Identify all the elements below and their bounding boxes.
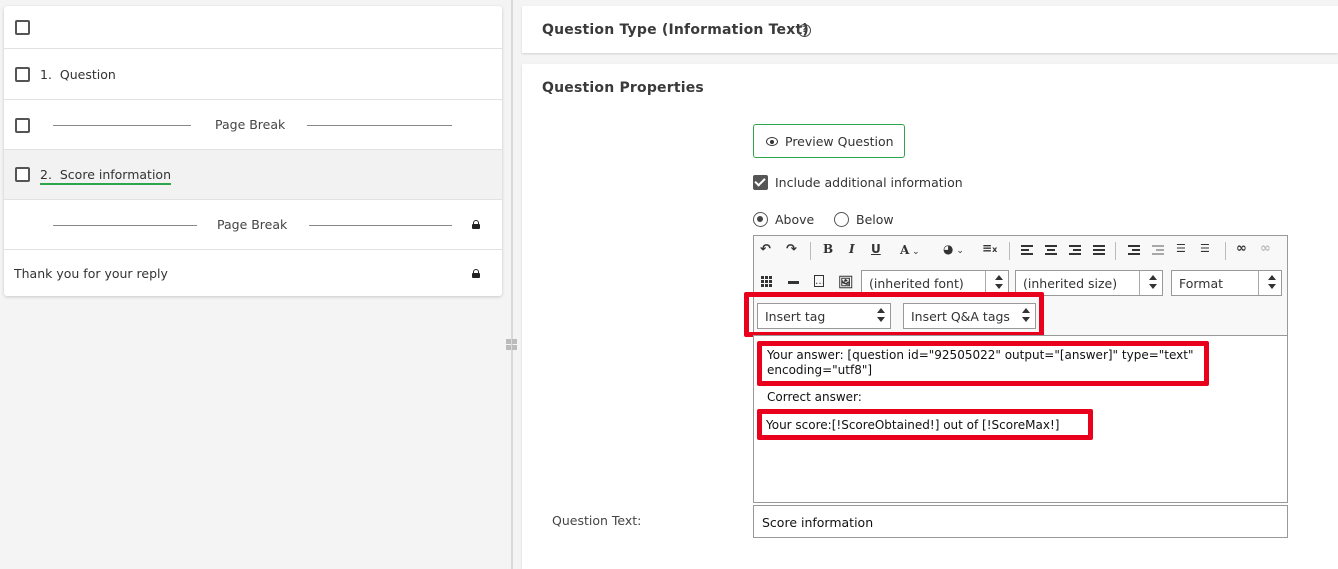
page-break-1[interactable]: Page Break — [4, 100, 502, 150]
resize-handle-icon[interactable] — [505, 338, 519, 352]
horizontal-rule-icon[interactable] — [788, 281, 799, 284]
page-break-line-left — [53, 125, 191, 126]
question-1-checkbox[interactable] — [15, 67, 30, 82]
question-text-value: Score information — [762, 515, 874, 530]
position-above-radio[interactable] — [753, 212, 768, 227]
align-right-icon[interactable] — [1069, 245, 1081, 255]
question-text-label: Question Text: — [552, 513, 642, 528]
panel-divider[interactable] — [511, 0, 513, 569]
format-select[interactable]: Format — [1171, 270, 1282, 296]
highlight-box-answer — [757, 341, 1209, 386]
page-break-line-left — [53, 225, 197, 226]
underline-icon[interactable]: U — [871, 242, 881, 256]
eye-icon — [766, 137, 778, 146]
redo-icon[interactable]: ↷ — [786, 242, 797, 257]
highlight-box-insert-tags — [744, 292, 1044, 337]
italic-icon[interactable]: I — [849, 242, 855, 256]
question-text-input[interactable]: Score information — [753, 505, 1288, 538]
page-break-2-label: Page Break — [217, 217, 288, 232]
outdent-icon[interactable] — [1152, 245, 1164, 255]
preview-question-label: Preview Question — [785, 134, 894, 149]
list-item-question-1[interactable]: 1. Question — [4, 49, 502, 100]
question-1-label[interactable]: 1. Question — [40, 67, 116, 82]
page-break-line-right — [309, 225, 452, 226]
include-additional-info-checkbox[interactable] — [753, 175, 768, 190]
list-header-row — [4, 6, 502, 49]
page-break-2[interactable]: Page Break — [4, 200, 502, 250]
preview-question-button[interactable]: Preview Question — [753, 124, 905, 158]
list-item-question-2[interactable]: 2. Score information — [4, 150, 502, 200]
question-type-title: Question Type (Information Text) — [542, 22, 809, 38]
align-justify-icon[interactable] — [1093, 245, 1105, 255]
toolbar-separator — [1009, 242, 1010, 260]
indent-icon[interactable] — [1128, 245, 1140, 255]
editor-correct-answer-line: Correct answer: — [767, 390, 862, 404]
table-icon[interactable] — [761, 276, 772, 287]
help-icon[interactable]: ? — [798, 24, 811, 37]
source-icon[interactable]: … — [814, 275, 825, 287]
clear-format-icon[interactable]: ≡x — [982, 241, 997, 255]
toolbar-separator — [810, 242, 811, 260]
undo-icon[interactable]: ↶ — [760, 242, 771, 257]
align-left-icon[interactable] — [1021, 245, 1033, 255]
text-color-icon[interactable]: A ⌄ — [900, 243, 920, 257]
page-break-1-label: Page Break — [215, 117, 286, 132]
question-2-checkbox[interactable] — [15, 167, 30, 182]
question-2-label[interactable]: 2. Score information — [40, 167, 171, 185]
ordered-list-icon[interactable]: ☰ — [1176, 242, 1186, 255]
select-all-checkbox[interactable] — [15, 20, 30, 35]
question-list-panel: 1. Question Page Break 2. Score informat… — [4, 6, 502, 296]
page-break-1-checkbox[interactable] — [15, 118, 30, 133]
link-icon[interactable]: ∞ — [1236, 241, 1247, 256]
page-break-line-right — [307, 125, 452, 126]
include-additional-info-label[interactable]: Include additional information — [775, 175, 963, 190]
question-properties-title: Question Properties — [542, 80, 704, 96]
lock-icon — [472, 220, 480, 229]
image-icon[interactable]: 🖼 — [838, 275, 853, 289]
toolbar-separator — [1115, 242, 1116, 260]
background-color-icon[interactable]: ◕ ⌄ — [943, 242, 964, 256]
position-below-label[interactable]: Below — [856, 212, 894, 227]
align-center-icon[interactable] — [1045, 245, 1057, 255]
end-page-label[interactable]: Thank you for your reply — [14, 266, 168, 281]
position-below-radio[interactable] — [834, 212, 849, 227]
position-above-label[interactable]: Above — [775, 212, 814, 227]
highlight-box-score — [757, 409, 1093, 440]
toolbar-separator — [1225, 242, 1226, 260]
list-item-end-page[interactable]: Thank you for your reply — [4, 250, 502, 296]
unordered-list-icon[interactable]: ☰ — [1200, 242, 1210, 255]
lock-icon — [472, 269, 480, 278]
unlink-icon[interactable]: ∞ — [1260, 241, 1271, 256]
bold-icon[interactable]: B — [823, 242, 833, 256]
